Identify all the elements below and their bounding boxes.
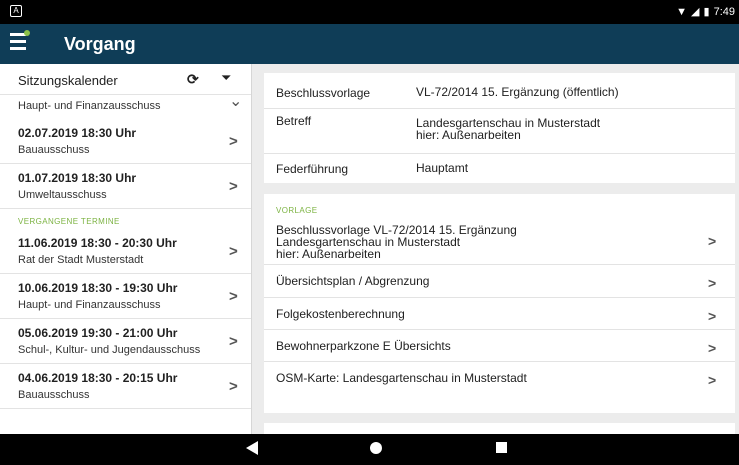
- document-row[interactable]: Bewohnerparkzone E Übersichts >: [264, 330, 735, 362]
- documents-card: VORLAGE Beschlussvorlage VL-72/2014 15. …: [264, 194, 735, 413]
- list-item-date: 01.07.2019 18:30 Uhr: [18, 171, 137, 185]
- list-item-date: 10.06.2019 18:30 - 19:30 Uhr: [18, 281, 178, 295]
- list-item-committee: Rat der Stadt Musterstadt: [18, 254, 144, 266]
- info-card: Beschlussvorlage VL-72/2014 15. Ergänzun…: [264, 73, 735, 183]
- chevron-right-icon: >: [229, 333, 238, 350]
- battery-icon: ▮: [703, 6, 710, 18]
- section-label: VORLAGE: [276, 206, 318, 215]
- field-label: Betreff: [276, 114, 312, 128]
- list-item[interactable]: 11.06.2019 18:30 - 20:30 Uhr Rat der Sta…: [0, 229, 251, 274]
- document-title: Übersichtsplan / Abgrenzung: [276, 274, 430, 288]
- document-title: Beschlussvorlage VL-72/2014 15. Ergänzun…: [276, 224, 517, 260]
- field-label: Federführung: [276, 162, 349, 176]
- list-item[interactable]: 05.06.2019 19:30 - 21:00 Uhr Schul-, Kul…: [0, 319, 251, 364]
- chevron-right-icon: >: [708, 340, 717, 356]
- notification-dot: [24, 30, 30, 36]
- list-item-date: 05.06.2019 19:30 - 21:00 Uhr: [18, 326, 178, 340]
- list-item-date: 11.06.2019 18:30 - 20:30 Uhr: [18, 236, 177, 250]
- field-label: Beschlussvorlage: [276, 86, 371, 100]
- beschlussvorlage-row: Beschlussvorlage VL-72/2014 15. Ergänzun…: [264, 73, 735, 109]
- notification-icon: A: [10, 5, 22, 17]
- chevron-right-icon: >: [229, 288, 238, 305]
- list-item-committee: Bauausschuss: [18, 389, 90, 401]
- calendar-header: Sitzungskalender ⟳ ⏷: [0, 64, 251, 95]
- document-row[interactable]: Beschlussvorlage VL-72/2014 15. Ergänzun…: [264, 218, 735, 265]
- list-item-committee: Umweltausschuss: [18, 189, 107, 201]
- field-value: Landesgartenschau in Musterstadt hier: A…: [416, 117, 600, 141]
- list-item-committee: Haupt- und Finanzausschuss: [18, 299, 161, 311]
- chevron-right-icon: >: [708, 233, 717, 249]
- past-sessions-header: VERGANGENE TERMINE: [0, 209, 251, 229]
- chevron-down-icon: ⌄: [229, 93, 243, 110]
- back-icon[interactable]: [246, 441, 258, 455]
- document-title: OSM-Karte: Landesgartenschau in Musterst…: [276, 371, 527, 385]
- session-list: 02.07.2019 18:30 Uhr Bauausschuss > 01.0…: [0, 119, 251, 409]
- list-item[interactable]: 02.07.2019 18:30 Uhr Bauausschuss >: [0, 119, 251, 164]
- signal-icon: ◢: [691, 6, 700, 18]
- filter-icon[interactable]: ⏷: [221, 70, 231, 86]
- next-card: [264, 423, 735, 434]
- list-item[interactable]: 04.06.2019 18:30 - 20:15 Uhr Bauausschus…: [0, 364, 251, 409]
- clock: 7:49: [713, 5, 735, 18]
- system-navigation-bar: [0, 434, 739, 465]
- status-bar: A ▼ ◢ ▮ 7:49: [0, 0, 739, 24]
- chevron-right-icon: >: [708, 308, 717, 324]
- vorlage-section-header: VORLAGE: [264, 194, 735, 218]
- page-title: Vorgang: [64, 34, 136, 54]
- detail-pane: Beschlussvorlage VL-72/2014 15. Ergänzun…: [264, 64, 735, 434]
- chevron-right-icon: >: [229, 178, 238, 195]
- refresh-icon[interactable]: ⟳: [187, 71, 199, 88]
- document-title: Bewohnerparkzone E Übersichts: [276, 339, 451, 353]
- hamburger-icon[interactable]: [10, 30, 30, 51]
- wifi-icon: ▼: [676, 5, 688, 18]
- app-bar: Vorgang: [0, 24, 739, 64]
- list-item[interactable]: 10.06.2019 18:30 - 19:30 Uhr Haupt- und …: [0, 274, 251, 319]
- field-value: Hauptamt: [416, 161, 469, 175]
- status-icons: ▼ ◢ ▮ 7:49: [676, 5, 735, 19]
- chevron-right-icon: >: [229, 133, 238, 150]
- federfuehrung-row: Federführung Hauptamt: [264, 154, 735, 184]
- list-item-date: 04.06.2019 18:30 - 20:15 Uhr: [18, 371, 178, 385]
- overview-icon[interactable]: [496, 442, 507, 453]
- list-item-committee: Haupt- und Finanzausschuss: [18, 100, 161, 112]
- document-title: Folgekostenberechnung: [276, 307, 405, 321]
- field-value-line: hier: Außenarbeiten: [416, 128, 521, 142]
- document-row[interactable]: OSM-Karte: Landesgartenschau in Musterst…: [264, 362, 735, 395]
- list-item-date: 02.07.2019 18:30 Uhr: [18, 126, 137, 140]
- list-item-committee: Bauausschuss: [18, 144, 90, 156]
- document-row[interactable]: Folgekostenberechnung >: [264, 298, 735, 330]
- chevron-right-icon: >: [229, 378, 238, 395]
- chevron-right-icon: >: [229, 243, 238, 260]
- session-calendar-pane: Sitzungskalender ⟳ ⏷ Haupt- und Finanzau…: [0, 64, 252, 434]
- list-item[interactable]: Haupt- und Finanzausschuss ⌄: [0, 93, 251, 120]
- chevron-right-icon: >: [708, 275, 717, 291]
- home-icon[interactable]: [370, 442, 382, 454]
- section-label: VERGANGENE TERMINE: [18, 217, 120, 226]
- list-item-committee: Schul-, Kultur- und Jugendausschuss: [18, 344, 201, 356]
- chevron-right-icon: >: [708, 372, 717, 388]
- calendar-title: Sitzungskalender: [18, 73, 118, 88]
- list-item[interactable]: 01.07.2019 18:30 Uhr Umweltausschuss >: [0, 164, 251, 209]
- document-title-line: hier: Außenarbeiten: [276, 247, 381, 261]
- field-value: VL-72/2014 15. Ergänzung (öffentlich): [416, 85, 619, 99]
- betreff-row: Betreff Landesgartenschau in Musterstadt…: [264, 109, 735, 154]
- document-row[interactable]: Übersichtsplan / Abgrenzung >: [264, 265, 735, 298]
